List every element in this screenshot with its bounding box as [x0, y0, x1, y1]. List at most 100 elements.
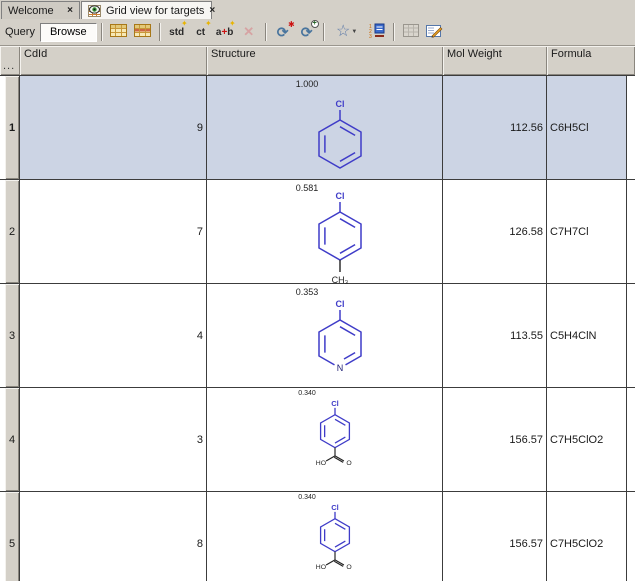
table-grid-highlight-icon [134, 24, 151, 40]
row-number-cell[interactable]: 5 [5, 492, 20, 581]
grid-eye-icon [88, 4, 102, 17]
atom-label-hydroxyl: HO [316, 460, 326, 467]
formula-cell[interactable]: C6H5Cl [547, 76, 627, 179]
table-view-button[interactable] [108, 21, 130, 43]
formula-cell[interactable]: C7H5ClO2 [547, 388, 627, 491]
row-number-cell[interactable]: 3 [5, 284, 20, 387]
atom-label-cl: Cl [331, 399, 339, 408]
grid-corner-cell[interactable]: ... [0, 46, 20, 75]
favorites-star-icon: ☆ [336, 24, 350, 40]
query-button[interactable]: Query [5, 26, 35, 38]
atom-label-cl: Cl [336, 191, 345, 201]
formula-cell[interactable]: C5H4ClN [547, 284, 627, 387]
grid-disabled-icon [403, 24, 419, 40]
svg-text:3: 3 [369, 34, 372, 38]
grid-view-window: Welcome × Grid view for targets × Query … [0, 0, 635, 581]
table-row: 2 7 0.581 Cl CH₃ 126.58 C7H7Cl [0, 180, 635, 284]
column-header-mol-weight[interactable]: Mol Weight [443, 46, 547, 75]
star-badge-icon: ✦ [229, 19, 236, 28]
cdid-cell[interactable]: 3 [20, 388, 207, 491]
form-edit-pencil-icon [426, 24, 443, 41]
column-header-structure[interactable]: Structure [207, 46, 443, 75]
std-text-icon: std [169, 27, 184, 38]
structure-4-chlorobenzoic-acid: Cl HO O [287, 498, 383, 571]
form-view-button[interactable] [132, 21, 154, 43]
sort-button[interactable]: 1 2 3 [366, 21, 388, 43]
standardize-button[interactable]: std ✦ [166, 21, 188, 43]
delete-button[interactable]: ✕ [238, 21, 260, 43]
grid-settings-button-disabled [400, 21, 422, 43]
refresh-add-button[interactable]: ⟳ + [296, 21, 318, 43]
toolbar-separator [265, 23, 267, 41]
mol-weight-cell[interactable]: 112.56 [443, 76, 547, 179]
mol-weight-cell[interactable]: 113.55 [443, 284, 547, 387]
dropdown-arrow-icon: ▼ [351, 29, 357, 35]
atom-label-n: N [337, 363, 344, 373]
toolbar-separator [159, 23, 161, 41]
cdid-cell[interactable]: 9 [20, 76, 207, 179]
row-number-cell[interactable]: 2 [5, 180, 20, 283]
tab-grid-view-for-targets[interactable]: Grid view for targets × [81, 1, 212, 19]
sync-arrows-icon: ⟳ [277, 25, 289, 39]
toolbar-separator [393, 23, 395, 41]
form-edit-button[interactable] [424, 21, 446, 43]
table-row: 4 3 0.340 Cl HO O 156.57 [0, 388, 635, 492]
cdid-cell[interactable]: 8 [20, 492, 207, 581]
a-plus-b-icon: a+b [216, 27, 234, 38]
mol-weight-cell[interactable]: 156.57 [443, 492, 547, 581]
ct-text-icon: ct [196, 27, 205, 38]
cdid-cell[interactable]: 7 [20, 180, 207, 283]
table-row: 5 8 0.340 Cl HO O 156.57 [0, 492, 635, 581]
table-row: 3 4 0.353 Cl N 113.55 C5H4ClN [0, 284, 635, 388]
structure-cell[interactable]: 0.581 Cl CH₃ [207, 180, 443, 283]
toolbar-separator [323, 23, 325, 41]
tab-welcome-close-icon[interactable]: × [62, 5, 73, 16]
refresh-new-button[interactable]: ⟳ ✱ [272, 21, 294, 43]
tab-grid-view-label: Grid view for targets [106, 5, 204, 17]
atom-label-cl: Cl [331, 503, 339, 512]
tab-welcome[interactable]: Welcome × [1, 1, 80, 19]
atom-label-carbonyl-o: O [346, 460, 351, 467]
table-grid-icon [110, 24, 127, 40]
sort-numbers-icon: 1 2 3 [369, 23, 385, 41]
structure-4-chlorotoluene: Cl CH₃ [270, 182, 410, 286]
plus-badge-icon: + [311, 20, 319, 28]
chemical-terms-button[interactable]: ct ✦ [190, 21, 212, 43]
browse-button[interactable]: Browse [40, 23, 97, 42]
sync-arrows-icon: ⟳ [301, 25, 313, 39]
star-badge-icon: ✦ [181, 19, 188, 28]
structure-cell[interactable]: 1.000 Cl [207, 76, 443, 179]
structure-4-chloropyridine: Cl N [270, 290, 410, 382]
mol-weight-cell[interactable]: 156.57 [443, 388, 547, 491]
corner-ellipsis-label: ... [3, 60, 15, 72]
atom-label-carbonyl-o: O [346, 564, 351, 571]
structure-chlorobenzene: Cl [270, 90, 410, 180]
formula-cell[interactable]: C7H5ClO2 [547, 492, 627, 581]
tab-welcome-label: Welcome [8, 5, 54, 17]
structure-cell[interactable]: 0.340 Cl HO O [207, 388, 443, 491]
star-badge-icon: ✦ [205, 19, 212, 28]
a-plus-b-button[interactable]: a+b ✦ [214, 21, 236, 43]
column-header-cdid[interactable]: CdId [20, 46, 207, 75]
structure-4-chlorobenzoic-acid: Cl HO O [287, 394, 383, 467]
favorites-dropdown-button[interactable]: ☆ ▼ [330, 21, 364, 43]
atom-label-cl: Cl [336, 299, 345, 309]
structure-cell[interactable]: 0.353 Cl N [207, 284, 443, 387]
atom-label-hydroxyl: HO [316, 564, 326, 571]
grid-header: ... CdId Structure Mol Weight Formula [0, 46, 635, 76]
tab-grid-view-close-icon[interactable]: × [204, 5, 215, 16]
cdid-cell[interactable]: 4 [20, 284, 207, 387]
column-header-formula[interactable]: Formula [547, 46, 635, 75]
structure-cell[interactable]: 0.340 Cl HO O [207, 492, 443, 581]
similarity-score: 1.000 [277, 79, 337, 89]
table-row: 1 9 1.000 Cl 112.56 C6H5Cl [0, 76, 635, 180]
atom-label-cl: Cl [336, 99, 345, 109]
formula-cell[interactable]: C7H7Cl [547, 180, 627, 283]
mol-weight-cell[interactable]: 126.58 [443, 180, 547, 283]
row-number-cell[interactable]: 1 [5, 76, 20, 179]
asterisk-badge-icon: ✱ [288, 20, 295, 29]
toolbar-separator [101, 23, 103, 41]
row-number-cell[interactable]: 4 [5, 388, 20, 491]
toolbar: Query Browse [0, 19, 635, 46]
tab-bar: Welcome × Grid view for targets × [0, 0, 635, 19]
